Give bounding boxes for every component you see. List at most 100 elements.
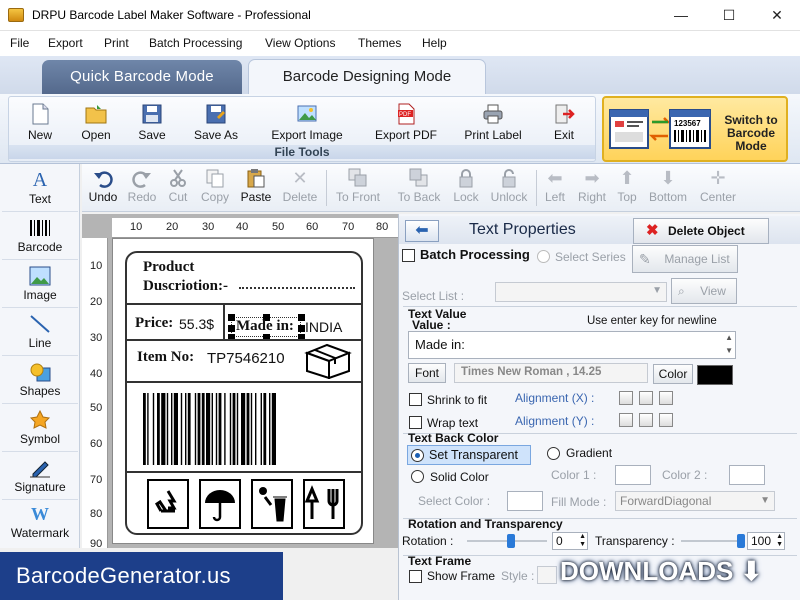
tool-signature[interactable]: Signature	[2, 454, 78, 500]
tab-barcode-designing-mode[interactable]: Barcode Designing Mode	[248, 59, 486, 94]
shrink-to-fit-checkbox[interactable]	[409, 393, 422, 406]
copy-button[interactable]: Copy	[196, 168, 234, 208]
menu-export[interactable]: Export	[48, 36, 83, 50]
view-button[interactable]: ⌕ View	[671, 278, 737, 304]
recycle-icon[interactable]	[147, 479, 189, 529]
description-text[interactable]: Duscriotion:-	[143, 278, 228, 295]
menu-print[interactable]: Print	[104, 36, 129, 50]
align-x-left-icon[interactable]	[619, 391, 633, 405]
tool-image[interactable]: Image	[2, 262, 78, 308]
package-box-icon[interactable]	[303, 343, 355, 380]
lock-button[interactable]: Lock	[448, 168, 484, 208]
item-no-value-text[interactable]: TP7546210	[207, 350, 285, 367]
color-button[interactable]: Color	[653, 364, 693, 384]
set-transparent-option[interactable]: Set Transparent	[407, 445, 531, 465]
resize-handle[interactable]	[298, 314, 305, 321]
resize-handle[interactable]	[298, 325, 305, 332]
tab-quick-barcode-mode[interactable]: Quick Barcode Mode	[42, 60, 242, 94]
align-y-top-icon[interactable]	[619, 413, 633, 427]
solid-color-radio[interactable]	[411, 470, 424, 483]
batch-processing-checkbox[interactable]	[402, 249, 415, 262]
design-canvas-area[interactable]: 10 20 30 40 50 60 70 80 10 20 30 40 50 6…	[82, 214, 398, 550]
align-top-button[interactable]: ⬆ Top	[612, 168, 642, 208]
cut-button[interactable]: Cut	[162, 168, 194, 208]
stepper-down-icon[interactable]: ▼	[579, 541, 586, 548]
product-text[interactable]: Product	[143, 259, 194, 276]
transparency-slider-track[interactable]	[681, 540, 745, 542]
align-center-button[interactable]: ✛ Center	[696, 168, 740, 208]
tool-symbol[interactable]: Symbol	[2, 406, 78, 452]
undo-button[interactable]: Undo	[86, 168, 120, 208]
unlock-button[interactable]: Unlock	[486, 168, 532, 208]
wrap-text-checkbox[interactable]	[409, 416, 422, 429]
dispose-bin-icon[interactable]	[251, 479, 293, 529]
scroll-down-icon[interactable]: ▼	[725, 346, 733, 355]
stepper-up-icon[interactable]: ▲	[579, 533, 586, 540]
menu-file[interactable]: File	[10, 36, 29, 50]
font-button[interactable]: Font	[408, 363, 446, 383]
text-value-input[interactable]: Made in: ▲ ▼	[408, 331, 736, 359]
tool-barcode[interactable]: Barcode	[2, 214, 78, 260]
align-left-button[interactable]: ⬅ Left	[540, 168, 570, 208]
resize-handle[interactable]	[228, 325, 235, 332]
align-x-center-icon[interactable]	[639, 391, 653, 405]
paste-button[interactable]: Paste	[236, 168, 276, 208]
switch-to-barcode-mode-button[interactable]: 123567 Switch to Barcode Mode	[602, 96, 788, 162]
manage-list-button[interactable]: ✎ Manage List	[632, 245, 738, 273]
align-x-right-icon[interactable]	[659, 391, 673, 405]
show-frame-checkbox[interactable]	[409, 570, 422, 583]
price-label-text[interactable]: Price:	[135, 315, 173, 332]
redo-button[interactable]: Redo	[124, 168, 160, 208]
resize-handle[interactable]	[228, 314, 235, 321]
align-right-button[interactable]: ➡ Right	[574, 168, 610, 208]
tool-watermark[interactable]: W Watermark	[2, 500, 78, 546]
close-button[interactable]: ✕	[754, 4, 800, 26]
print-label-button[interactable]: Print Label	[461, 103, 525, 149]
back-button[interactable]: ⬅	[405, 220, 439, 242]
menu-themes[interactable]: Themes	[358, 36, 401, 50]
maximize-button[interactable]: ☐	[706, 4, 752, 26]
item-no-label-text[interactable]: Item No:	[137, 349, 194, 366]
barcode-image[interactable]	[141, 393, 351, 465]
set-transparent-radio[interactable]	[411, 449, 424, 462]
menu-view-options[interactable]: View Options	[265, 36, 335, 50]
rotation-slider-thumb[interactable]	[507, 534, 515, 548]
color2-swatch[interactable]	[729, 465, 765, 485]
stepper-up-icon[interactable]: ▲	[776, 533, 783, 540]
delete-button[interactable]: ✕ Delete	[278, 168, 322, 208]
barcode-label-sheet[interactable]: Product Duscriotion:- Price: 55.3$ Made …	[112, 238, 374, 544]
new-button[interactable]: New	[23, 103, 57, 149]
scroll-up-icon[interactable]: ▲	[725, 333, 733, 342]
to-front-button[interactable]: To Front	[332, 168, 384, 208]
save-button[interactable]: Save	[135, 103, 169, 149]
tool-line[interactable]: Line	[2, 310, 78, 356]
to-back-button[interactable]: To Back	[392, 168, 446, 208]
open-button[interactable]: Open	[79, 103, 113, 149]
fill-mode-dropdown[interactable]: ForwardDiagonal ▼	[615, 491, 775, 511]
menu-help[interactable]: Help	[422, 36, 447, 50]
menu-batch-processing[interactable]: Batch Processing	[149, 36, 242, 50]
transparency-slider-thumb[interactable]	[737, 534, 745, 548]
selected-text-object[interactable]: Made in:	[228, 314, 305, 341]
save-as-button[interactable]: Save As	[191, 103, 241, 149]
umbrella-keep-dry-icon[interactable]	[199, 479, 241, 529]
gradient-radio[interactable]	[547, 447, 560, 460]
tool-text[interactable]: A Text	[2, 166, 78, 212]
export-image-button[interactable]: Export Image	[265, 103, 349, 149]
delete-object-button[interactable]: ✖ Delete Object	[633, 218, 769, 244]
price-value-text[interactable]: 55.3$	[179, 316, 214, 332]
export-pdf-button[interactable]: PDF Export PDF	[371, 103, 441, 149]
exit-button[interactable]: Exit	[547, 103, 581, 149]
minimize-button[interactable]: —	[658, 4, 704, 26]
align-y-middle-icon[interactable]	[639, 413, 653, 427]
align-y-bottom-icon[interactable]	[659, 413, 673, 427]
select-series-radio[interactable]	[537, 250, 550, 263]
select-color-swatch[interactable]	[507, 491, 543, 511]
select-list-dropdown[interactable]: ▼	[495, 282, 667, 302]
text-color-swatch[interactable]	[697, 365, 733, 385]
align-bottom-button[interactable]: ⬇ Bottom	[644, 168, 692, 208]
tool-shapes[interactable]: Shapes	[2, 358, 78, 404]
color1-swatch[interactable]	[615, 465, 651, 485]
stepper-down-icon[interactable]: ▼	[776, 541, 783, 548]
food-safe-icon[interactable]	[303, 479, 345, 529]
